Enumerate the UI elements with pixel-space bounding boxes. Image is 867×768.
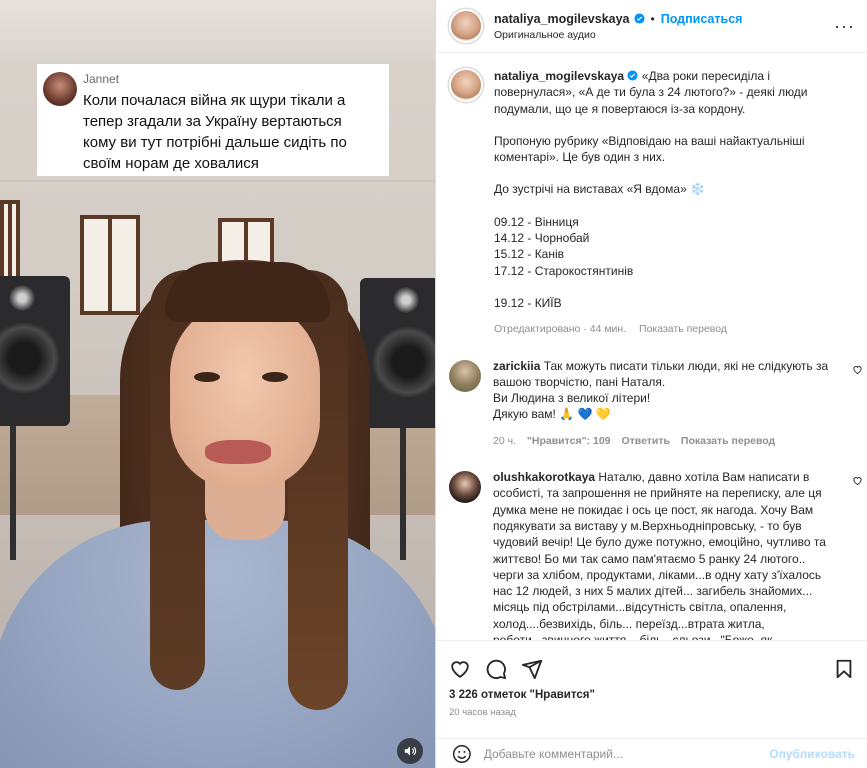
original-audio-link[interactable]: Оригинальное аудио [494, 29, 742, 41]
caption-date-5: 19.12 - КИЇВ [494, 295, 562, 310]
comment-like-heart-icon[interactable] [852, 475, 863, 486]
commenter-avatar[interactable] [449, 471, 481, 504]
comment-reply-button[interactable]: Ответить [621, 435, 670, 447]
caption-username[interactable]: nataliya_mogilevskaya [494, 69, 624, 83]
overlay-text: Коли почалася війна як щури тікали а теп… [83, 92, 347, 172]
publish-button[interactable]: Опубликовать [769, 747, 855, 761]
studio-monitor-left [0, 276, 70, 426]
share-button[interactable] [521, 658, 543, 680]
commenter-username[interactable]: olushkakorotkaya [493, 470, 595, 484]
post-header: nataliya_mogilevskaya • Подписаться Ориг… [436, 0, 867, 53]
comment-icon [486, 659, 507, 680]
like-button[interactable] [449, 658, 471, 680]
mute-button[interactable] [397, 738, 423, 764]
overlay-avatar [43, 72, 77, 106]
comment-like-heart-icon[interactable] [852, 364, 863, 375]
window-mid [80, 215, 140, 315]
video-player[interactable]: Jannet Коли почалася війна як щури тікал… [0, 0, 435, 768]
comment-input[interactable] [483, 747, 770, 761]
caption-edited-time: Отредактировано · 44 мин. [494, 323, 627, 336]
post-time: 20 часов назад [449, 707, 516, 718]
verified-badge-icon [627, 70, 638, 81]
overlay-username: Jannet [83, 72, 120, 86]
speaker-icon [404, 746, 417, 756]
comments-scroll-area[interactable]: nataliya_mogilevskaya «Два роки пересиді… [436, 54, 867, 640]
comment-item: olushkakorotkaya Наталю, давно хотіла Ва… [436, 469, 867, 640]
bookmark-icon [836, 659, 852, 679]
caption-translate-link[interactable]: Показать перевод [639, 323, 727, 335]
add-comment-bar: Опубликовать [436, 738, 867, 768]
caption-author-avatar[interactable] [449, 68, 483, 102]
post-actions-area: 3 226 отметок "Нравится" 20 часов назад … [436, 640, 867, 768]
caption-date-3: 15.12 - Канів [494, 247, 565, 262]
caption-text-2: Пропоную рубрику «Відповідаю на ваші най… [494, 133, 805, 165]
heart-icon [451, 661, 469, 678]
comment-button[interactable] [485, 658, 507, 680]
post-dialog: Jannet Коли почалася війна як щури тікал… [0, 0, 867, 768]
studio-monitor-right [360, 278, 435, 428]
comment-item: zarickiia Так можуть писати тільки люди,… [436, 358, 867, 449]
likes-count[interactable]: 3 226 отметок "Нравится" [436, 685, 867, 701]
caption-date-2: 14.12 - Чорнобай [494, 231, 590, 246]
author-avatar[interactable] [449, 9, 483, 43]
author-username[interactable]: nataliya_mogilevskaya [494, 12, 630, 26]
comment-likes[interactable]: "Нравится": 109 [527, 435, 611, 447]
smiley-icon[interactable] [452, 744, 472, 764]
person-sweater [0, 520, 435, 768]
video-comment-overlay: Jannet Коли почалася війна як щури тікал… [37, 64, 389, 176]
post-side-panel: nataliya_mogilevskaya • Подписаться Ориг… [435, 0, 867, 768]
comment-translate-link[interactable]: Показать перевод [681, 435, 775, 447]
verified-badge-icon [633, 13, 645, 24]
commenter-avatar[interactable] [449, 359, 481, 392]
post-caption: nataliya_mogilevskaya «Два роки пересиді… [436, 54, 867, 338]
person-face [170, 300, 320, 490]
save-button[interactable] [833, 658, 855, 680]
caption-date-4: 17.12 - Старокостянтинів [494, 263, 634, 278]
share-icon [521, 659, 543, 680]
video-ceiling [0, 0, 435, 60]
more-options-icon[interactable]: ··· [834, 16, 855, 37]
comment-time: 20 ч. [493, 434, 516, 447]
follow-button[interactable]: Подписаться [661, 12, 743, 26]
caption-date-1: 09.12 - Вінниця [494, 214, 579, 229]
commenter-username[interactable]: zarickiia [493, 359, 540, 373]
caption-text-3: До зустрічі на виставах «Я вдома» ❄️ [494, 182, 706, 197]
